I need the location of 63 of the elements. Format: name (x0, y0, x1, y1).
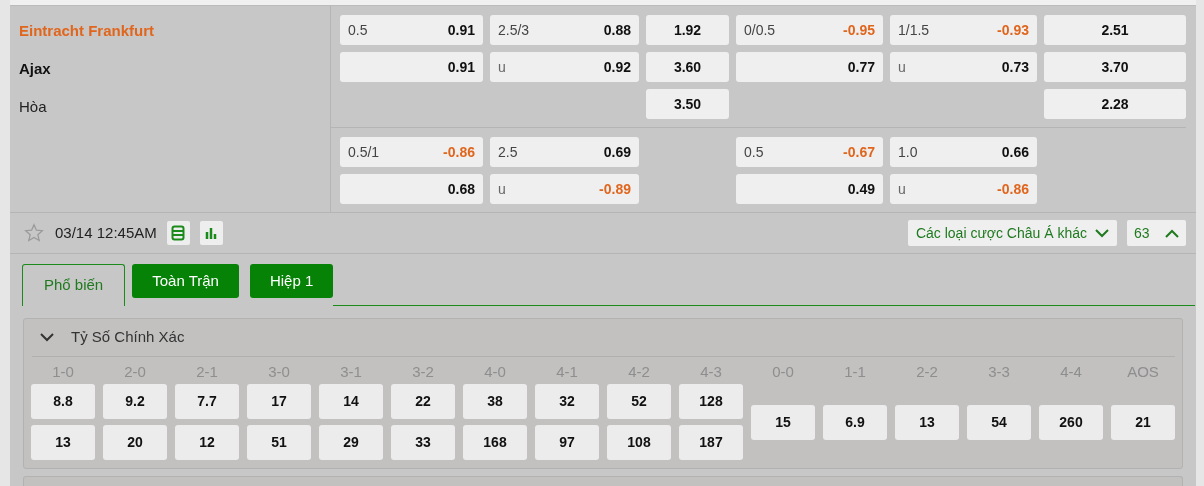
odds-button[interactable]: 29 (319, 425, 383, 460)
odds-button[interactable]: 20 (103, 425, 167, 460)
odds-button[interactable]: 32 (535, 384, 599, 419)
list-icon[interactable] (166, 221, 190, 245)
odds-button[interactable]: 12 (175, 425, 239, 460)
odds-button[interactable]: 1.0 0.66 (890, 137, 1037, 167)
odds-button[interactable]: 6.9 (823, 404, 887, 440)
section-title: Tỷ Số Chính Xác (71, 327, 185, 348)
odds-button[interactable]: 0.5 -0.67 (736, 137, 883, 167)
odds-button[interactable]: 128 (679, 384, 743, 419)
odds-button[interactable]: 21 (1111, 404, 1175, 440)
match-datetime: 03/14 12:45AM (55, 222, 157, 243)
odds-button[interactable]: 3.60 (646, 52, 729, 82)
star-icon[interactable] (24, 223, 44, 243)
tab[interactable]: Toàn Trận (132, 264, 239, 298)
odds-button[interactable]: 38 (463, 384, 527, 419)
odds-button[interactable]: 1.92 (646, 15, 729, 45)
chevron-up-icon (1165, 228, 1179, 238)
odds-button[interactable]: 1/1.5 -0.93 (890, 15, 1037, 45)
odds-button[interactable]: 17 (247, 384, 311, 419)
more-bets-dropdown[interactable]: Các loại cược Châu Á khác (907, 220, 1117, 246)
odds-button[interactable]: 52 (607, 384, 671, 419)
odds-button[interactable]: u 0.92 (490, 52, 639, 82)
odds-button[interactable]: 2.5 0.69 (490, 137, 639, 167)
odds-button[interactable]: 260 (1039, 404, 1103, 440)
odds-button[interactable]: 22 (391, 384, 455, 419)
collapse-button[interactable]: 63 (1127, 220, 1186, 246)
chevron-down-icon (40, 333, 54, 342)
odds-button[interactable]: 7.7 (175, 384, 239, 419)
odds-button[interactable]: 0.91 (340, 52, 483, 82)
odds-button[interactable]: 9.2 (103, 384, 167, 419)
odds-button[interactable]: 0.77 (736, 52, 883, 82)
odds-button[interactable]: 13 (31, 425, 95, 460)
team-name: Eintracht Frankfurt (19, 21, 154, 41)
odds-button[interactable]: 0.5/1 -0.86 (340, 137, 483, 167)
odds-button[interactable]: 3.70 (1044, 52, 1186, 82)
odds-button[interactable]: 54 (967, 404, 1031, 440)
odds-button[interactable]: 97 (535, 425, 599, 460)
odds-button[interactable]: 8.8 (31, 384, 95, 419)
odds-button[interactable]: 13 (895, 404, 959, 440)
odds-button[interactable]: 33 (391, 425, 455, 460)
odds-button[interactable]: 14 (319, 384, 383, 419)
odds-button[interactable]: u -0.86 (890, 174, 1037, 204)
odds-button[interactable]: 2.28 (1044, 89, 1186, 119)
odds-button[interactable]: 0.49 (736, 174, 883, 204)
tab[interactable]: Hiệp 1 (249, 264, 334, 298)
odds-button[interactable]: 0/0.5 -0.95 (736, 15, 883, 45)
odds-button[interactable]: 187 (679, 425, 743, 460)
odds-button[interactable]: u -0.89 (490, 174, 639, 204)
odds-button[interactable]: 0.68 (340, 174, 483, 204)
odds-button[interactable]: 2.5/3 0.88 (490, 15, 639, 45)
odds-button[interactable]: u 0.73 (890, 52, 1037, 82)
odds-button[interactable]: 0.5 0.91 (340, 15, 483, 45)
odds-button[interactable]: 168 (463, 425, 527, 460)
odds-button[interactable]: 108 (607, 425, 671, 460)
chevron-down-icon (1095, 228, 1109, 238)
odds-button[interactable]: 3.50 (646, 89, 729, 119)
odds-button[interactable]: 2.51 (1044, 15, 1186, 45)
odds-button[interactable]: 51 (247, 425, 311, 460)
chart-icon[interactable] (199, 221, 223, 245)
team-name: Hòa (19, 97, 47, 117)
odds-button[interactable]: 15 (751, 404, 815, 440)
team-name: Ajax (19, 59, 51, 79)
